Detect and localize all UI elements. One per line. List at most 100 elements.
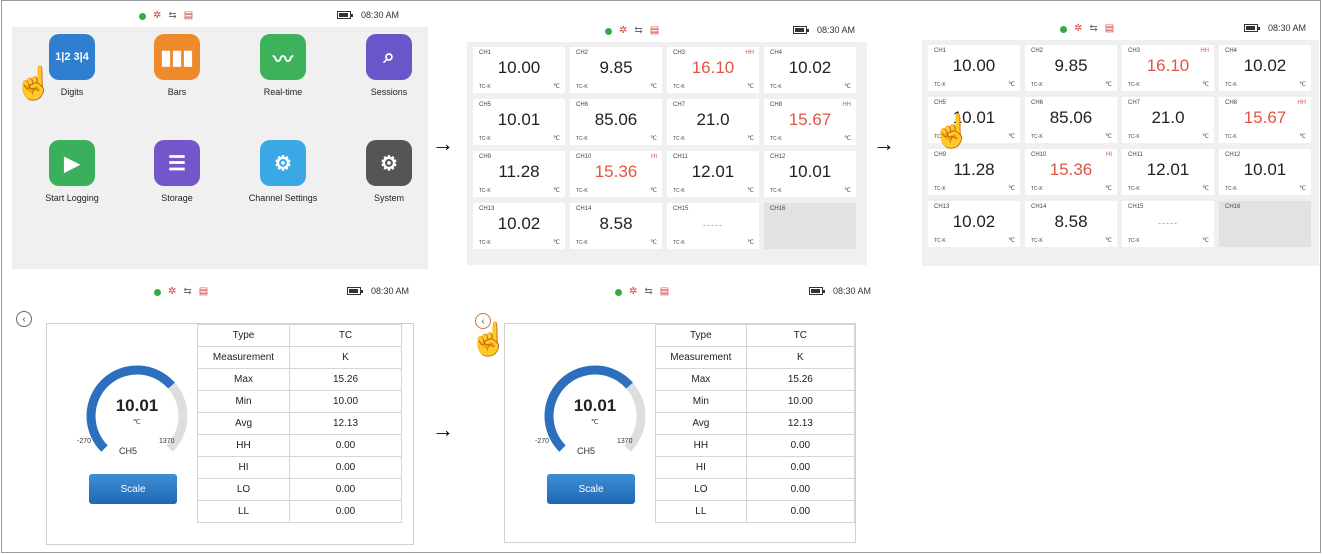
- channel-cell-ch9[interactable]: CH9 11.28 TC-K ℃: [473, 151, 565, 197]
- status-bar: ✲ ⇆ ▤ 08:30 AM: [922, 20, 1319, 40]
- sensor-type: TC-K: [1225, 82, 1237, 88]
- sensor-type: TC-K: [673, 240, 685, 246]
- usb-icon: ⇆: [183, 286, 192, 297]
- channel-cell-ch14[interactable]: CH14 8.58 TC-K ℃: [1025, 201, 1117, 247]
- unit-label: ℃: [1008, 238, 1015, 244]
- unit-label: ℃: [1105, 186, 1112, 192]
- channel-name: CH10: [576, 154, 592, 160]
- app-storage[interactable]: ☰ Storage: [127, 140, 227, 203]
- sensor-type: TC-K: [1031, 134, 1043, 140]
- unit-label: ℃: [747, 136, 754, 142]
- sensor-type: TC-K: [576, 84, 588, 90]
- clock: 08:30 AM: [833, 286, 872, 296]
- stat-value: 0.00: [289, 478, 402, 501]
- app-label: Storage: [161, 193, 193, 203]
- channel-cell-ch16[interactable]: CH16: [1219, 201, 1311, 247]
- stat-key: Max: [655, 368, 747, 391]
- app-label: Start Logging: [45, 193, 99, 203]
- channel-cell-ch4[interactable]: CH4 10.02 TC-K ℃: [1219, 45, 1311, 91]
- channel-cell-ch7[interactable]: CH7 21.0 TC-K ℃: [1122, 97, 1214, 143]
- stat-value: K: [745, 346, 856, 369]
- detail-panel: 10.01 ℃ -270 1370 CH5 Scale Type TC Measurement K…: [504, 323, 856, 543]
- sensor-type: TC-K: [673, 136, 685, 142]
- alarm-badge: HH: [1200, 48, 1209, 54]
- channel-cell-ch7[interactable]: CH7 21.0 TC-K ℃: [667, 99, 759, 145]
- sensor-type: TC-K: [770, 136, 782, 142]
- stat-value: 12.13: [289, 412, 402, 435]
- channel-value: 10.02: [788, 58, 832, 77]
- sensor-type: TC-K: [1225, 134, 1237, 140]
- channel-cell-ch8[interactable]: CH8 HH 15.67 TC-K ℃: [764, 99, 856, 145]
- channel-cell-ch14[interactable]: CH14 8.58 TC-K ℃: [570, 203, 662, 249]
- channel-value: 10.02: [952, 212, 996, 231]
- stat-value: 0.00: [745, 456, 856, 479]
- app-channel-settings[interactable]: ⚙ Channel Settings: [233, 140, 333, 203]
- channel-cell-ch2[interactable]: CH2 9.85 TC-K ℃: [1025, 45, 1117, 91]
- channel-cell-ch11[interactable]: CH11 12.01 TC-K ℃: [667, 151, 759, 197]
- channel-cell-ch5[interactable]: CH5 10.01 TC-K ℃: [473, 99, 565, 145]
- channel-cell-ch3[interactable]: CH3 HH 16.10 TC-K ℃: [1122, 45, 1214, 91]
- channel-cell-ch6[interactable]: CH6 85.06 TC-K ℃: [570, 99, 662, 145]
- stat-value: TC: [745, 324, 856, 347]
- app-bars[interactable]: ▮▮▮ Bars: [127, 34, 227, 97]
- app-real-time[interactable]: 〰 Real-time: [233, 34, 333, 97]
- app-system[interactable]: ⚙ System: [339, 140, 428, 203]
- scale-button[interactable]: Scale: [89, 474, 177, 504]
- channel-cell-ch6[interactable]: CH6 85.06 TC-K ℃: [1025, 97, 1117, 143]
- stat-key: HI: [655, 456, 747, 479]
- sensor-type: TC-K: [673, 84, 685, 90]
- channel-cell-ch10[interactable]: CH10 HI 15.36 TC-K ℃: [1025, 149, 1117, 195]
- channel-cell-ch13[interactable]: CH13 10.02 TC-K ℃: [473, 203, 565, 249]
- stat-key: Max: [197, 368, 290, 391]
- sensor-type: TC-K: [479, 188, 491, 194]
- channel-cell-ch11[interactable]: CH11 12.01 TC-K ℃: [1122, 149, 1214, 195]
- gauge-channel: CH5: [577, 446, 596, 456]
- channel-cell-ch16[interactable]: CH16: [764, 203, 856, 249]
- app-sessions[interactable]: ⌕ Sessions: [339, 34, 428, 97]
- detail-panel: 10.01 ℃ -270 1370 CH5 Scale Type TC Measurement K…: [46, 323, 414, 545]
- battery-icon: [337, 11, 353, 19]
- unit-label: ℃: [650, 188, 657, 194]
- channel-cell-ch2[interactable]: CH2 9.85 TC-K ℃: [570, 47, 662, 93]
- usb-icon: ⇆: [168, 10, 177, 21]
- tap-hand-icon: ☝: [469, 321, 509, 357]
- sensor-type: TC-K: [1225, 186, 1237, 192]
- channel-name: CH9: [934, 152, 947, 158]
- channel-value: 16.10: [691, 58, 735, 77]
- channel-value: 11.28: [953, 160, 995, 179]
- sensor-type: TC-K: [1128, 134, 1140, 140]
- stat-value: 0.00: [745, 500, 856, 523]
- back-button[interactable]: ‹: [16, 311, 32, 327]
- channel-value: 21.0: [1151, 108, 1185, 127]
- unit-label: ℃: [650, 84, 657, 90]
- table-row: HH 0.00: [197, 434, 402, 457]
- app-start-logging[interactable]: ▶ Start Logging: [22, 140, 122, 203]
- channel-cell-ch8[interactable]: CH8 HH 15.67 TC-K ℃: [1219, 97, 1311, 143]
- channel-cell-ch1[interactable]: CH1 10.00 TC-K ℃: [473, 47, 565, 93]
- channel-name: CH12: [770, 154, 786, 160]
- channel-cell-ch12[interactable]: CH12 10.01 TC-K ℃: [764, 151, 856, 197]
- channel-cell-ch13[interactable]: CH13 10.02 TC-K ℃: [928, 201, 1020, 247]
- channel-name: CH16: [770, 206, 786, 212]
- channel-cell-ch1[interactable]: CH1 10.00 TC-K ℃: [928, 45, 1020, 91]
- unit-label: ℃: [747, 240, 754, 246]
- battery-icon: [809, 287, 825, 295]
- channel-cell-ch15[interactable]: CH15 ----- TC-K ℃: [667, 203, 759, 249]
- table-row: Avg 12.13: [197, 412, 402, 435]
- app-label: Real-time: [263, 87, 303, 97]
- sensor-type: TC-K: [1031, 238, 1043, 244]
- scale-button[interactable]: Scale: [547, 474, 635, 504]
- table-row: Max 15.26: [655, 368, 856, 391]
- alarm-badge: HH: [1297, 100, 1306, 106]
- gauge-value: 10.01: [115, 396, 159, 415]
- channel-cell-ch9[interactable]: CH9 11.28 TC-K ℃: [928, 149, 1020, 195]
- channel-cell-ch12[interactable]: CH12 10.01 TC-K ℃: [1219, 149, 1311, 195]
- channel-cell-ch4[interactable]: CH4 10.02 TC-K ℃: [764, 47, 856, 93]
- channel-cell-ch3[interactable]: CH3 HH 16.10 TC-K ℃: [667, 47, 759, 93]
- channel-cell-ch15[interactable]: CH15 ----- TC-K ℃: [1122, 201, 1214, 247]
- channel-cell-ch10[interactable]: CH10 HI 15.36 TC-K ℃: [570, 151, 662, 197]
- sessions-icon: ⌕: [366, 34, 412, 80]
- clock: 08:30 AM: [1268, 23, 1307, 33]
- arrow-right-icon: →: [432, 417, 454, 442]
- arrow-right-icon: →: [432, 131, 454, 156]
